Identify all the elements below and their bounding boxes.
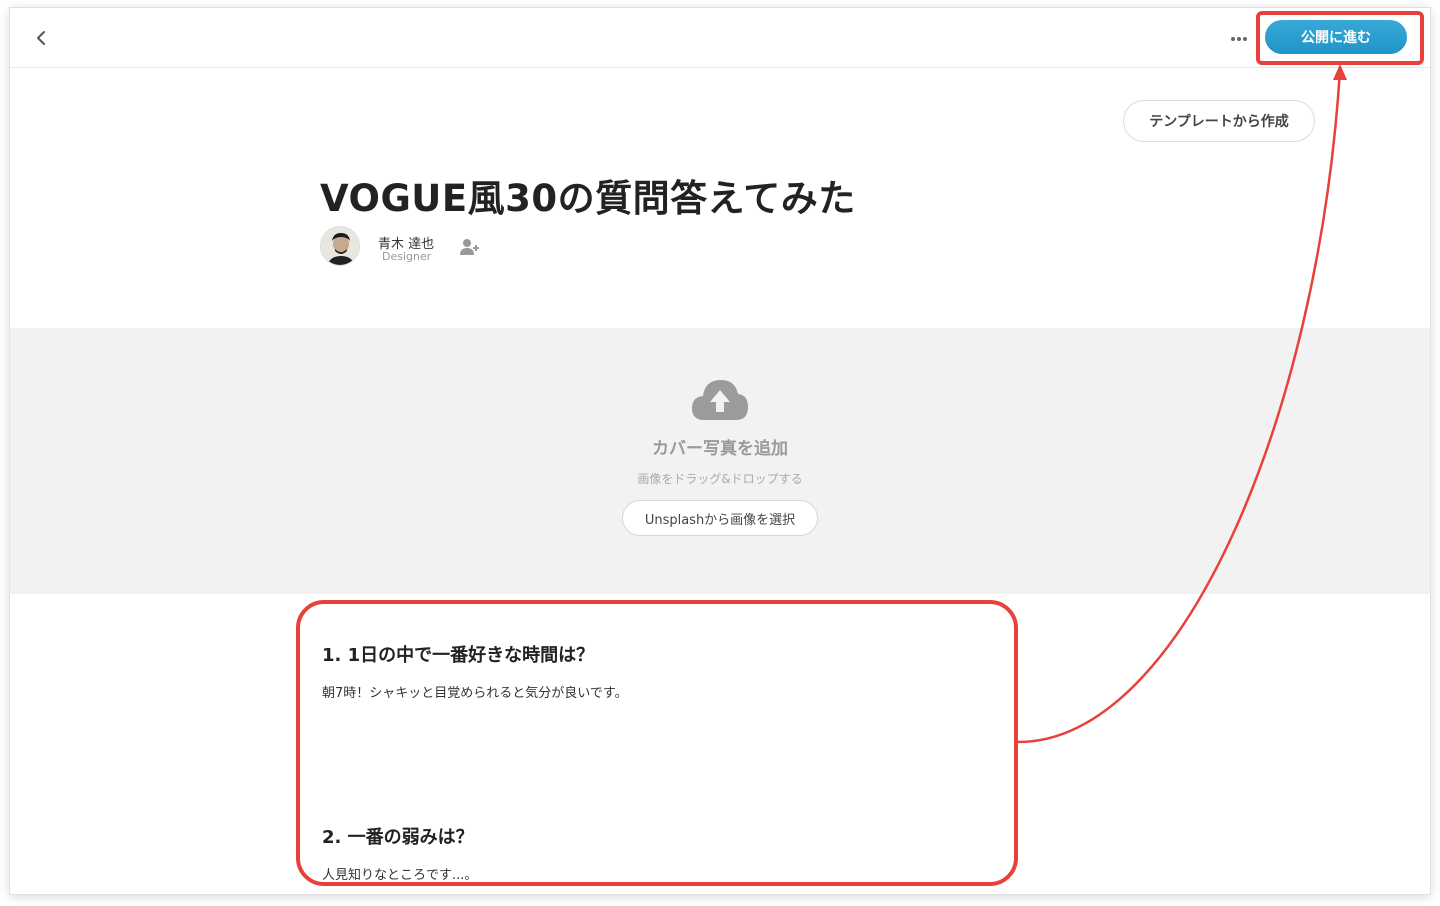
question-heading[interactable]: 2. 一番の弱みは？ bbox=[322, 823, 474, 849]
more-options-button[interactable] bbox=[1224, 26, 1254, 50]
chevron-left-icon bbox=[37, 31, 45, 45]
avatar bbox=[320, 226, 360, 266]
back-button[interactable] bbox=[30, 26, 54, 50]
publish-button[interactable]: 公開に進む bbox=[1265, 20, 1407, 54]
cover-image-dropzone[interactable]: カバー写真を追加 画像をドラッグ&ドロップする Unsplashから画像を選択 bbox=[10, 328, 1430, 594]
top-bar: 公開に進む bbox=[10, 8, 1430, 68]
article-title[interactable]: VOGUE風30の質問答えてみた bbox=[320, 168, 856, 222]
create-from-template-button[interactable]: テンプレートから作成 bbox=[1123, 100, 1315, 142]
screenshot-stage: 公開に進む テンプレートから作成 VOGUE風30の質問答えてみた 青木 達也 … bbox=[0, 0, 1440, 906]
unsplash-select-button[interactable]: Unsplashから画像を選択 bbox=[622, 500, 818, 536]
question-answer[interactable]: 朝7時！シャキッと目覚められると気分が良いです。 bbox=[322, 682, 628, 701]
cloud-upload-icon bbox=[692, 380, 748, 420]
add-user-icon bbox=[460, 239, 479, 255]
editor-window: 公開に進む テンプレートから作成 VOGUE風30の質問答えてみた 青木 達也 … bbox=[10, 8, 1430, 894]
cover-subtitle: 画像をドラッグ&ドロップする bbox=[637, 472, 803, 486]
question-heading[interactable]: 1. 1日の中で一番好きな時間は？ bbox=[322, 641, 594, 667]
ellipsis-icon bbox=[1231, 37, 1235, 41]
add-coauthor-button[interactable] bbox=[460, 237, 482, 257]
question-answer[interactable]: 人見知りなところです...。 bbox=[322, 864, 477, 883]
cover-title: カバー写真を追加 bbox=[652, 439, 788, 459]
author-role: Designer bbox=[382, 250, 432, 263]
